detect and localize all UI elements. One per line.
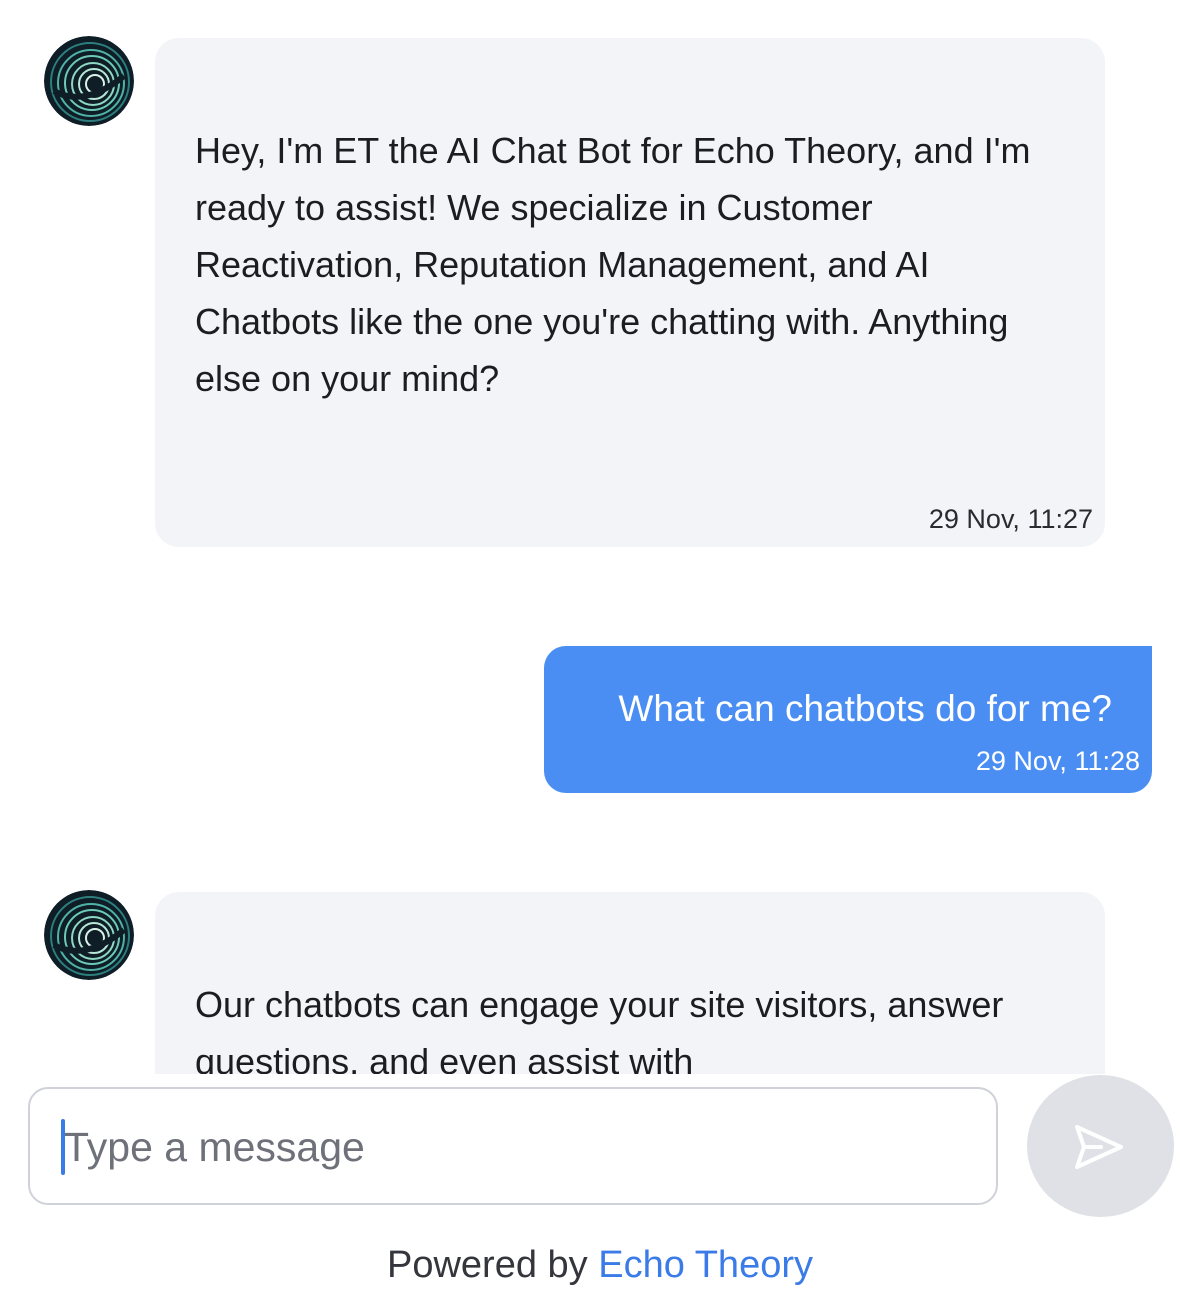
powered-by-footer: Powered by Echo Theory (0, 1244, 1200, 1287)
bot-avatar (44, 890, 134, 980)
message-input[interactable] (58, 1115, 964, 1179)
echo-theory-logo-icon (44, 36, 134, 126)
chat-messages[interactable]: Hey, I'm ET the AI Chat Bot for Echo The… (0, 0, 1200, 1074)
powered-by-label: Powered by (387, 1244, 599, 1286)
message-text: Hey, I'm ET the AI Chat Bot for Echo The… (195, 130, 1031, 399)
echo-theory-logo-icon (44, 890, 134, 980)
bot-message: Hey, I'm ET the AI Chat Bot for Echo The… (155, 38, 1105, 547)
message-timestamp: 29 Nov, 11:27 (928, 504, 1093, 534)
echo-theory-link[interactable]: Echo Theory (598, 1244, 813, 1286)
message-text: What can chatbots do for me? (618, 688, 1112, 729)
send-arrow-icon (1075, 1125, 1123, 1169)
message-timestamp: 29 Nov, 11:28 (975, 746, 1140, 776)
message-text: Our chatbots can engage your site visito… (195, 984, 1004, 1074)
bot-avatar (44, 36, 134, 126)
bot-message: Our chatbots can engage your site visito… (155, 892, 1105, 1074)
user-message: What can chatbots do for me? 29 Nov, 11:… (544, 646, 1152, 793)
message-input-container (28, 1087, 998, 1205)
send-button[interactable] (1027, 1075, 1174, 1217)
